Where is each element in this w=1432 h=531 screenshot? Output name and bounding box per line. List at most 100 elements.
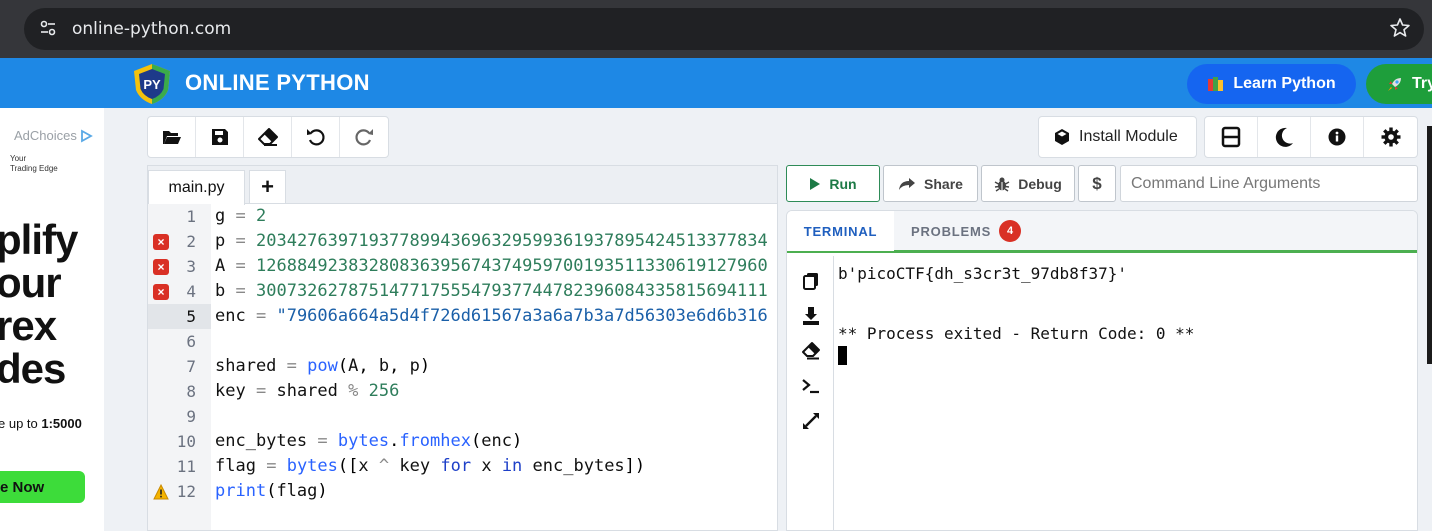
ad-headline-line: plify (0, 216, 78, 263)
tab-main-py[interactable]: main.py (148, 170, 245, 205)
output-line: b'picoCTF{dh_s3cr3t_97db8f37}' (838, 264, 1127, 283)
error-marker-icon[interactable]: × (153, 233, 169, 250)
code-line[interactable]: print(flag) (215, 479, 328, 504)
terminal-sidebar (787, 256, 834, 530)
bookmark-star-icon[interactable] (1388, 16, 1412, 40)
brand-title[interactable]: ONLINE PYTHON (185, 70, 370, 96)
browser-chrome: online-python.com (0, 0, 1432, 58)
output-line: ** Process exited - Return Code: 0 ** (838, 324, 1195, 343)
undo-button[interactable] (292, 117, 340, 157)
ad-tagline-line: Your (10, 154, 27, 163)
site-settings-icon[interactable] (38, 18, 58, 38)
clear-editor-button[interactable] (244, 117, 292, 157)
share-button[interactable]: Share (883, 165, 978, 202)
install-module-label: Install Module (1079, 128, 1178, 145)
clear-terminal-icon[interactable] (801, 341, 821, 361)
learn-python-button[interactable]: Learn Python (1187, 64, 1356, 104)
redo-icon (355, 129, 373, 146)
ad-leverage-value: 1:5000 (41, 416, 82, 431)
problems-count-badge: 4 (999, 220, 1022, 242)
settings-button[interactable] (1364, 117, 1417, 157)
cube-icon (1055, 129, 1069, 145)
eraser-icon (257, 128, 278, 146)
output-tab-bar: TERMINAL PROBLEMS 4 (787, 211, 1417, 253)
info-icon (1328, 128, 1346, 146)
share-icon (899, 177, 916, 190)
dark-mode-button[interactable] (1258, 117, 1311, 157)
copy-icon[interactable] (801, 271, 821, 291)
tab-terminal[interactable]: TERMINAL (787, 211, 894, 251)
code-area[interactable]: g = 2p = 2034276397193778994369632959936… (211, 204, 777, 530)
debug-button[interactable]: Debug (981, 165, 1075, 202)
adchoices-link[interactable]: AdChoices (14, 128, 93, 143)
debug-label: Debug (1018, 175, 1062, 192)
ad-headline: plify our rex des (0, 216, 78, 392)
logo-shield-icon[interactable]: PY (131, 62, 173, 106)
code-line[interactable]: key = shared % 256 (215, 379, 399, 404)
app-header: PY ONLINE PYTHON Learn Python Try (0, 58, 1432, 108)
address-bar[interactable]: online-python.com (24, 8, 1424, 50)
tab-problems[interactable]: PROBLEMS 4 (911, 211, 1022, 251)
error-marker-icon[interactable]: × (153, 283, 169, 300)
ad-headline-line: our (0, 259, 62, 306)
line-number: 6 (186, 332, 196, 351)
line-number: 9 (186, 407, 196, 426)
line-number: 7 (186, 357, 196, 376)
logo-text: PY (143, 77, 161, 92)
run-button[interactable]: Run (786, 165, 880, 202)
prompt-icon[interactable] (801, 376, 821, 396)
code-line[interactable]: enc_bytes = bytes.fromhex(enc) (215, 429, 522, 454)
ad-cta-button[interactable]: e Now (0, 471, 85, 503)
add-file-tab-button[interactable]: + (249, 170, 286, 204)
redo-button[interactable] (340, 117, 388, 157)
line-number: 11 (176, 457, 196, 476)
dollar-button[interactable]: $ (1078, 165, 1116, 202)
try-button[interactable]: Try (1366, 64, 1432, 104)
code-line[interactable]: shared = pow(A, b, p) (215, 354, 430, 379)
terminal-cursor (838, 346, 847, 365)
adchoices-icon (80, 128, 93, 143)
terminal-output[interactable]: b'picoCTF{dh_s3cr3t_97db8f37}' ** Proces… (838, 256, 1417, 530)
folder-open-icon (162, 131, 181, 144)
code-line[interactable]: A = 126884923832808363956743749597001935… (215, 254, 768, 279)
rocket-icon (1388, 78, 1401, 91)
adchoices-label: AdChoices (14, 128, 77, 143)
layout-icon (1221, 126, 1241, 148)
save-icon (211, 129, 228, 145)
error-marker-icon[interactable]: × (153, 258, 169, 275)
expand-icon[interactable] (801, 411, 821, 431)
code-editor: main.py + 1 2 × 3 × 4 × 5 6 7 8 9 10 11 12 g = 2p = 20… (147, 165, 778, 531)
install-module-button[interactable]: Install Module (1038, 116, 1197, 158)
tab-problems-label: PROBLEMS (911, 223, 992, 239)
url-text[interactable]: online-python.com (72, 19, 231, 39)
ad-tagline-line: Trading Edge (10, 164, 58, 173)
play-icon (810, 177, 821, 190)
gear-icon (1381, 127, 1400, 147)
run-label: Run (829, 175, 857, 192)
ad-banner[interactable]: AdChoices Your Trading Edge plify our re… (0, 108, 104, 531)
right-edge-panel (1427, 126, 1432, 364)
info-button[interactable] (1311, 117, 1364, 157)
open-file-button[interactable] (148, 117, 196, 157)
moon-icon (1275, 127, 1293, 147)
learn-python-label: Learn Python (1233, 75, 1336, 92)
command-line-arguments-input[interactable] (1120, 165, 1418, 202)
code-line[interactable]: enc = "79606a664a5d4f726d61567a3a6a7b3a7… (215, 304, 768, 329)
ad-leverage: e up to 1:5000 (0, 416, 82, 431)
layout-toggle-button[interactable] (1205, 117, 1258, 157)
download-icon[interactable] (801, 306, 821, 326)
code-line[interactable]: b = 300732627875147717555479377447823960… (215, 279, 768, 304)
editor-tab-bar: main.py + (148, 166, 777, 205)
line-number: 1 (186, 207, 196, 226)
save-button[interactable] (196, 117, 244, 157)
code-line[interactable]: g = 2 (215, 204, 266, 229)
try-label: Try (1412, 75, 1432, 92)
code-line[interactable]: flag = bytes([x ^ key for x in enc_bytes… (215, 454, 645, 479)
warning-marker-icon[interactable] (153, 483, 169, 500)
line-number: 10 (176, 432, 196, 451)
line-number-gutter: 1 2 × 3 × 4 × 5 6 7 8 9 10 11 12 (148, 204, 211, 530)
code-line[interactable]: p = 203427639719377899436963295993619378… (215, 229, 768, 254)
undo-icon (306, 129, 325, 146)
ad-tagline: Your Trading Edge (10, 154, 58, 174)
ad-headline-line: des (0, 345, 66, 392)
